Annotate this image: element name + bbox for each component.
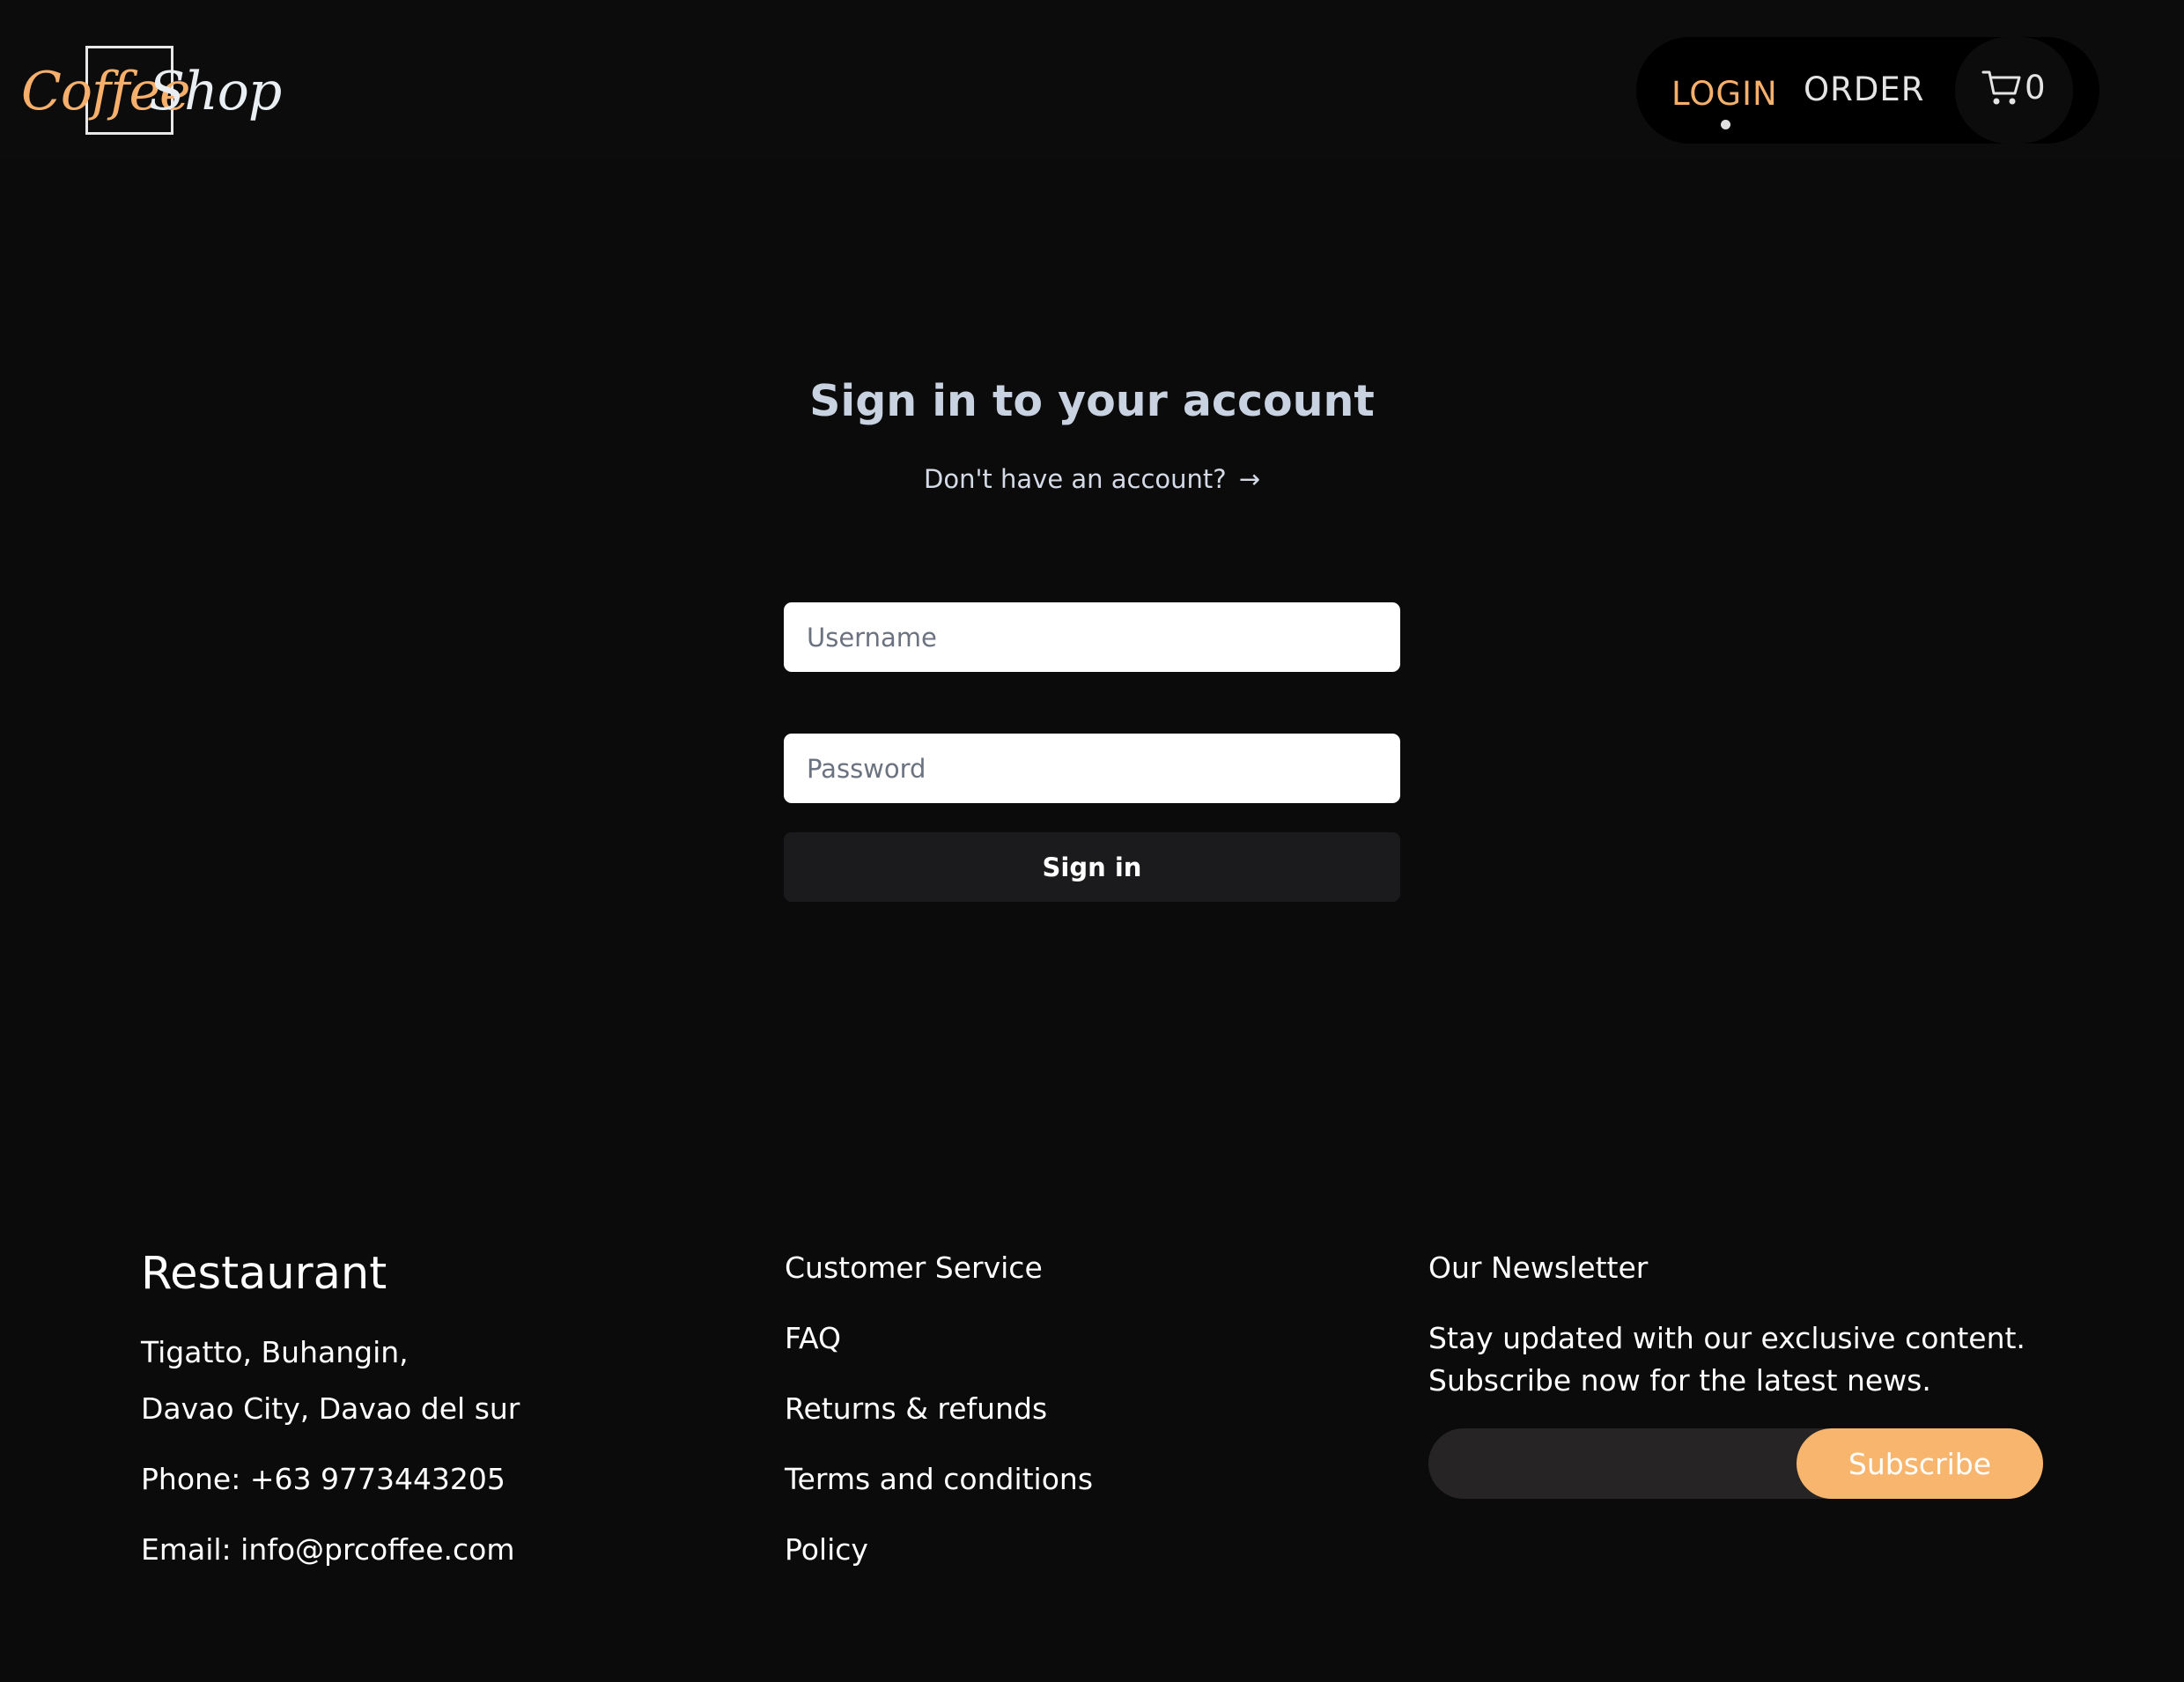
password-input[interactable] [784, 734, 1400, 803]
signup-link[interactable]: Don't have an account? → [0, 460, 2184, 498]
footer-link-returns[interactable]: Returns & refunds [785, 1390, 1047, 1428]
footer-newsletter-heading: Our Newsletter [1428, 1250, 1649, 1285]
cart-button[interactable]: 0 [1955, 37, 2073, 144]
username-input[interactable] [784, 602, 1400, 672]
logo[interactable]: Coffee Shop [21, 44, 282, 137]
nav-order-link[interactable]: ORDER [1804, 70, 1924, 110]
footer-link-faq[interactable]: FAQ [785, 1319, 841, 1358]
signup-link-label: Don't have an account? [924, 464, 1227, 494]
page: Coffee Shop LOGIN ORDER 0 Sign in to you… [0, 0, 2184, 1682]
address-line-2: Davao City, Davao del sur [141, 1391, 520, 1426]
main-nav: LOGIN ORDER 0 [1636, 37, 2099, 144]
cart-count: 0 [2025, 69, 2046, 107]
active-indicator-dot [1721, 120, 1730, 129]
footer-link-terms[interactable]: Terms and conditions [785, 1460, 1093, 1499]
page-title: Sign in to your account [809, 376, 1375, 426]
footer-link-policy[interactable]: Policy [785, 1531, 868, 1569]
newsletter-email-input[interactable] [1428, 1428, 1798, 1499]
footer-restaurant-heading: Restaurant [141, 1248, 387, 1300]
email-text: Email: info@prcoffee.com [141, 1532, 515, 1567]
footer-service-heading: Customer Service [785, 1250, 1043, 1285]
nav-login-link[interactable]: LOGIN [1671, 74, 1778, 114]
logo-word-shop: Shop [149, 61, 282, 122]
cart-icon [1981, 70, 2021, 105]
phone-text: Phone: +63 9773443205 [141, 1462, 505, 1496]
sign-in-button[interactable]: Sign in [784, 832, 1400, 902]
subscribe-button[interactable]: Subscribe [1797, 1428, 2043, 1499]
address-line-1: Tigatto, Buhangin, [141, 1335, 409, 1369]
arrow-right-icon: → [1238, 464, 1260, 494]
newsletter-text-line-1: Stay updated with our exclusive content. [1428, 1321, 2025, 1355]
site-header: Coffee Shop LOGIN ORDER 0 [0, 0, 2184, 160]
newsletter-form: Subscribe [1428, 1428, 2043, 1499]
newsletter-text-line-2: Subscribe now for the latest news. [1428, 1363, 1931, 1398]
